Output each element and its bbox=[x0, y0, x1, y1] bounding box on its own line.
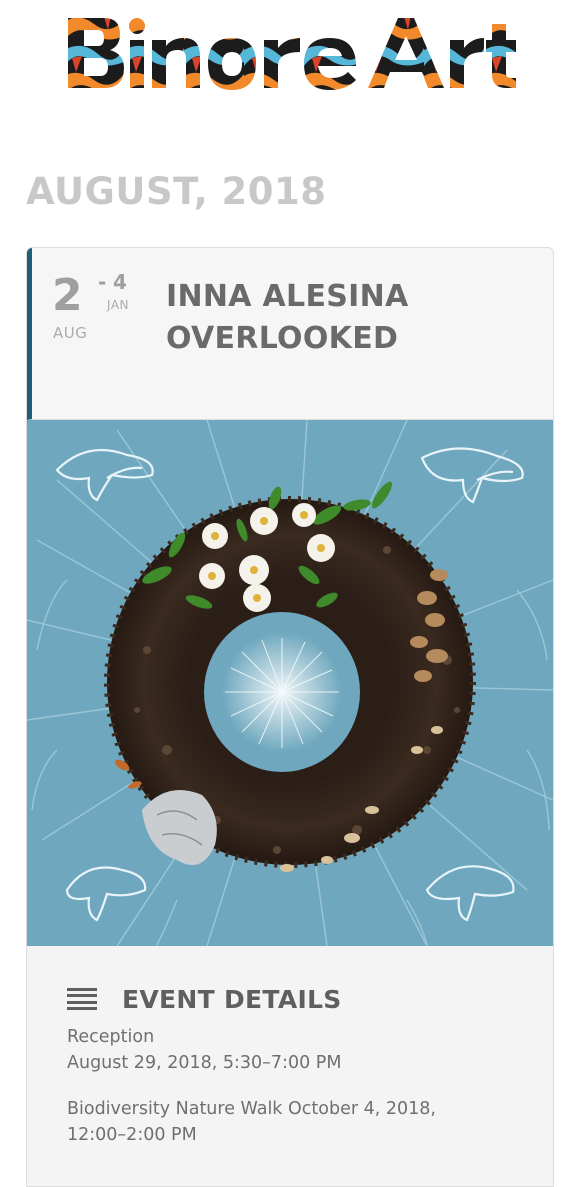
event-title-line2: OVERLOOKED bbox=[166, 321, 399, 356]
event-header: 2 AUG - 4 JAN INNA ALESINA OVERLOOKED bbox=[27, 248, 553, 420]
event-start-month: AUG bbox=[53, 324, 88, 342]
detail-reception-label: Reception bbox=[67, 1027, 155, 1047]
logo-wordmark-icon bbox=[68, 18, 516, 90]
detail-nature-walk-label: Biodiversity Nature Walk October 4, 2018… bbox=[67, 1099, 436, 1119]
event-end-month: JAN bbox=[107, 298, 130, 312]
event-start-day: 2 bbox=[52, 270, 83, 321]
event-artwork-image[interactable] bbox=[27, 420, 553, 946]
detail-nature-walk-time: 12:00–2:00 PM bbox=[67, 1125, 197, 1145]
detail-reception-date: August 29, 2018, 5:30–7:00 PM bbox=[67, 1053, 342, 1073]
detail-nature-walk: Biodiversity Nature Walk October 4, 2018… bbox=[67, 1096, 507, 1148]
event-details-heading: EVENT DETAILS bbox=[67, 984, 342, 1014]
date-range-dash: - bbox=[98, 270, 107, 294]
event-end-day: 4 bbox=[113, 270, 127, 294]
site-logo[interactable] bbox=[64, 10, 516, 96]
detail-reception: Reception August 29, 2018, 5:30–7:00 PM bbox=[67, 1024, 507, 1076]
event-details-section: EVENT DETAILS Reception August 29, 2018,… bbox=[27, 946, 553, 1186]
list-icon bbox=[67, 988, 97, 1010]
event-title[interactable]: INNA ALESINA OVERLOOKED bbox=[166, 276, 536, 360]
event-card[interactable]: 2 AUG - 4 JAN INNA ALESINA OVERLOOKED EV… bbox=[26, 247, 554, 1187]
event-details-title: EVENT DETAILS bbox=[122, 984, 342, 1014]
month-heading: AUGUST, 2018 bbox=[26, 170, 327, 213]
event-title-line1: INNA ALESINA bbox=[166, 279, 409, 314]
site-header bbox=[0, 0, 578, 110]
